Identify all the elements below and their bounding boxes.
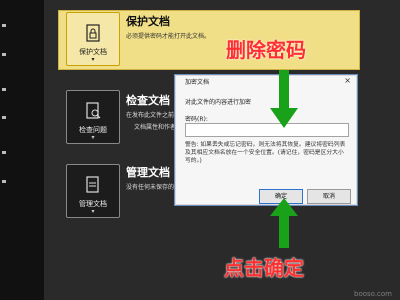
dialog-instruction: 对此文件的内容进行加密 (185, 99, 252, 106)
manage-document-icon (86, 176, 99, 193)
protect-title: 保护文档 (126, 15, 170, 28)
chevron-down-icon: ▾ (91, 208, 95, 215)
inspect-title: 检查文档 (126, 94, 170, 107)
annotation-delete-password: 删除密码 (226, 38, 306, 62)
sidebar-item[interactable] (2, 88, 6, 91)
sidebar-item[interactable] (2, 24, 6, 27)
manage-document-card[interactable]: 管理文档 ▾ (66, 164, 120, 218)
chevron-down-icon: ▾ (91, 56, 95, 63)
green-arrow-down-icon (270, 70, 298, 128)
lock-document-icon (86, 24, 100, 42)
annotation-click-ok: 点击确定 (224, 256, 304, 280)
cancel-button[interactable]: 取消 (307, 189, 351, 204)
protect-subtitle: 必须提供密码才能打开此文档。 (126, 33, 211, 40)
green-arrow-up-icon (270, 198, 298, 248)
backstage-sidebar (0, 0, 45, 300)
sidebar-item[interactable] (2, 151, 6, 154)
sidebar-item[interactable] (2, 180, 6, 183)
inspect-document-icon (86, 102, 101, 119)
inspect-document-card[interactable]: 检查问题 ▾ (66, 90, 120, 144)
chevron-down-icon: ▾ (91, 134, 95, 141)
protect-document-card[interactable]: 保护文档 ▾ (66, 12, 120, 66)
sidebar-item[interactable] (2, 53, 6, 56)
manage-title: 管理文档 (126, 166, 170, 179)
dialog-title: 加密文档 (185, 79, 210, 86)
dialog-warning: 警告: 如果丢失或忘记密码，则无法将其恢复。建议将密码列表及其相应文档名放在一个… (185, 142, 346, 164)
close-icon[interactable]: × (344, 76, 351, 85)
sidebar-item[interactable] (2, 116, 6, 119)
password-label: 密码(R): (185, 116, 208, 123)
watermark: booso.com (354, 290, 392, 298)
